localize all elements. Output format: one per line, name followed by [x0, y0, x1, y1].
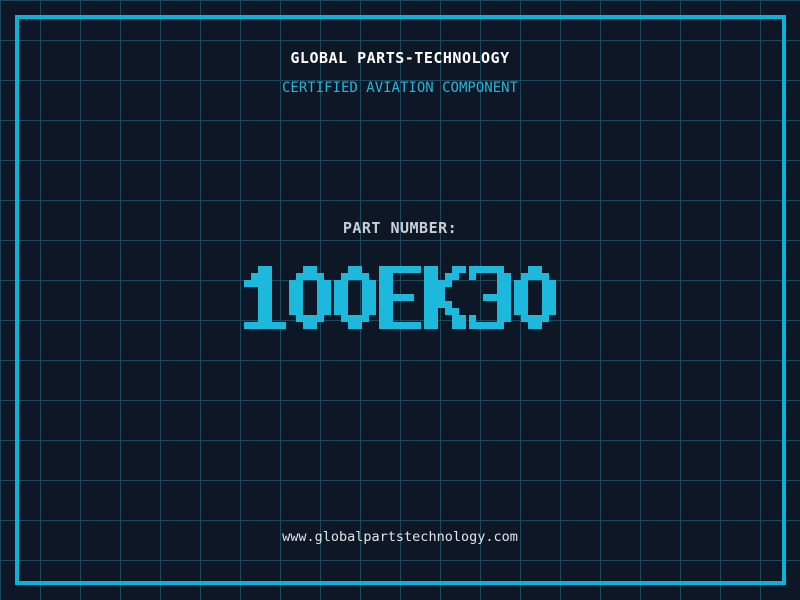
part-number-value [0, 266, 800, 329]
company-name: GLOBAL PARTS-TECHNOLOGY [290, 49, 510, 67]
blueprint-grid-background: GLOBAL PARTS-TECHNOLOGY CERTIFIED AVIATI… [0, 0, 800, 600]
website-url: www.globalpartstechnology.com [282, 529, 518, 545]
part-number-label: PART NUMBER: [342, 219, 458, 237]
certification-tagline: CERTIFIED AVIATION COMPONENT [281, 80, 518, 96]
